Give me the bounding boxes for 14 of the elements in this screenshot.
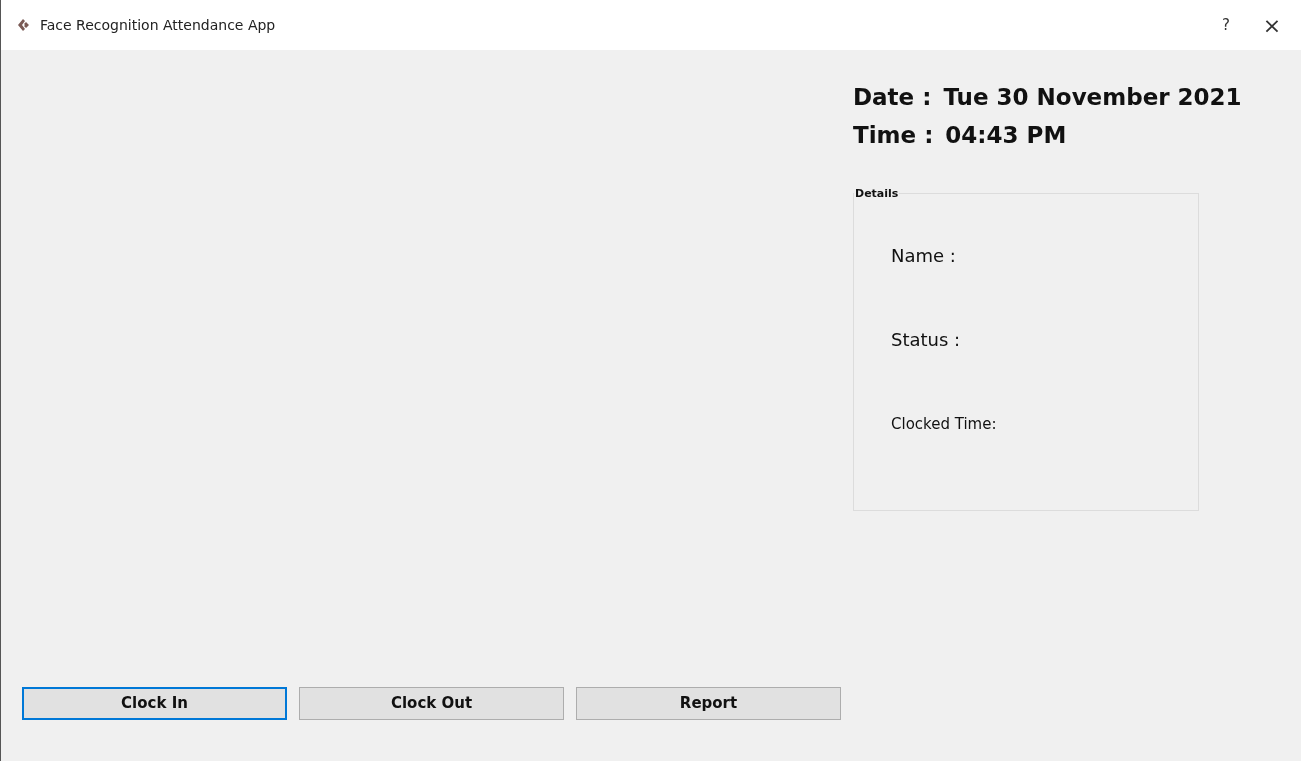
help-button[interactable]: ? (1203, 0, 1249, 50)
action-button[interactable]: Clock In (22, 687, 287, 720)
time-value: 04:43 PM (945, 121, 1067, 150)
close-button[interactable]: × (1249, 0, 1295, 50)
action-button[interactable]: Report (576, 687, 841, 720)
app-icon (17, 19, 30, 31)
field-label: Name : (891, 244, 957, 268)
action-button[interactable]: Clock Out (299, 687, 564, 720)
window-title: Face Recognition Attendance App (40, 15, 276, 35)
field-label: Clocked Time: (891, 414, 998, 435)
field-label: Status : (891, 328, 962, 352)
date-label: Date : (853, 83, 932, 112)
date-value: Tue 30 November 2021 (943, 83, 1242, 112)
time-label: Time : (853, 121, 934, 150)
